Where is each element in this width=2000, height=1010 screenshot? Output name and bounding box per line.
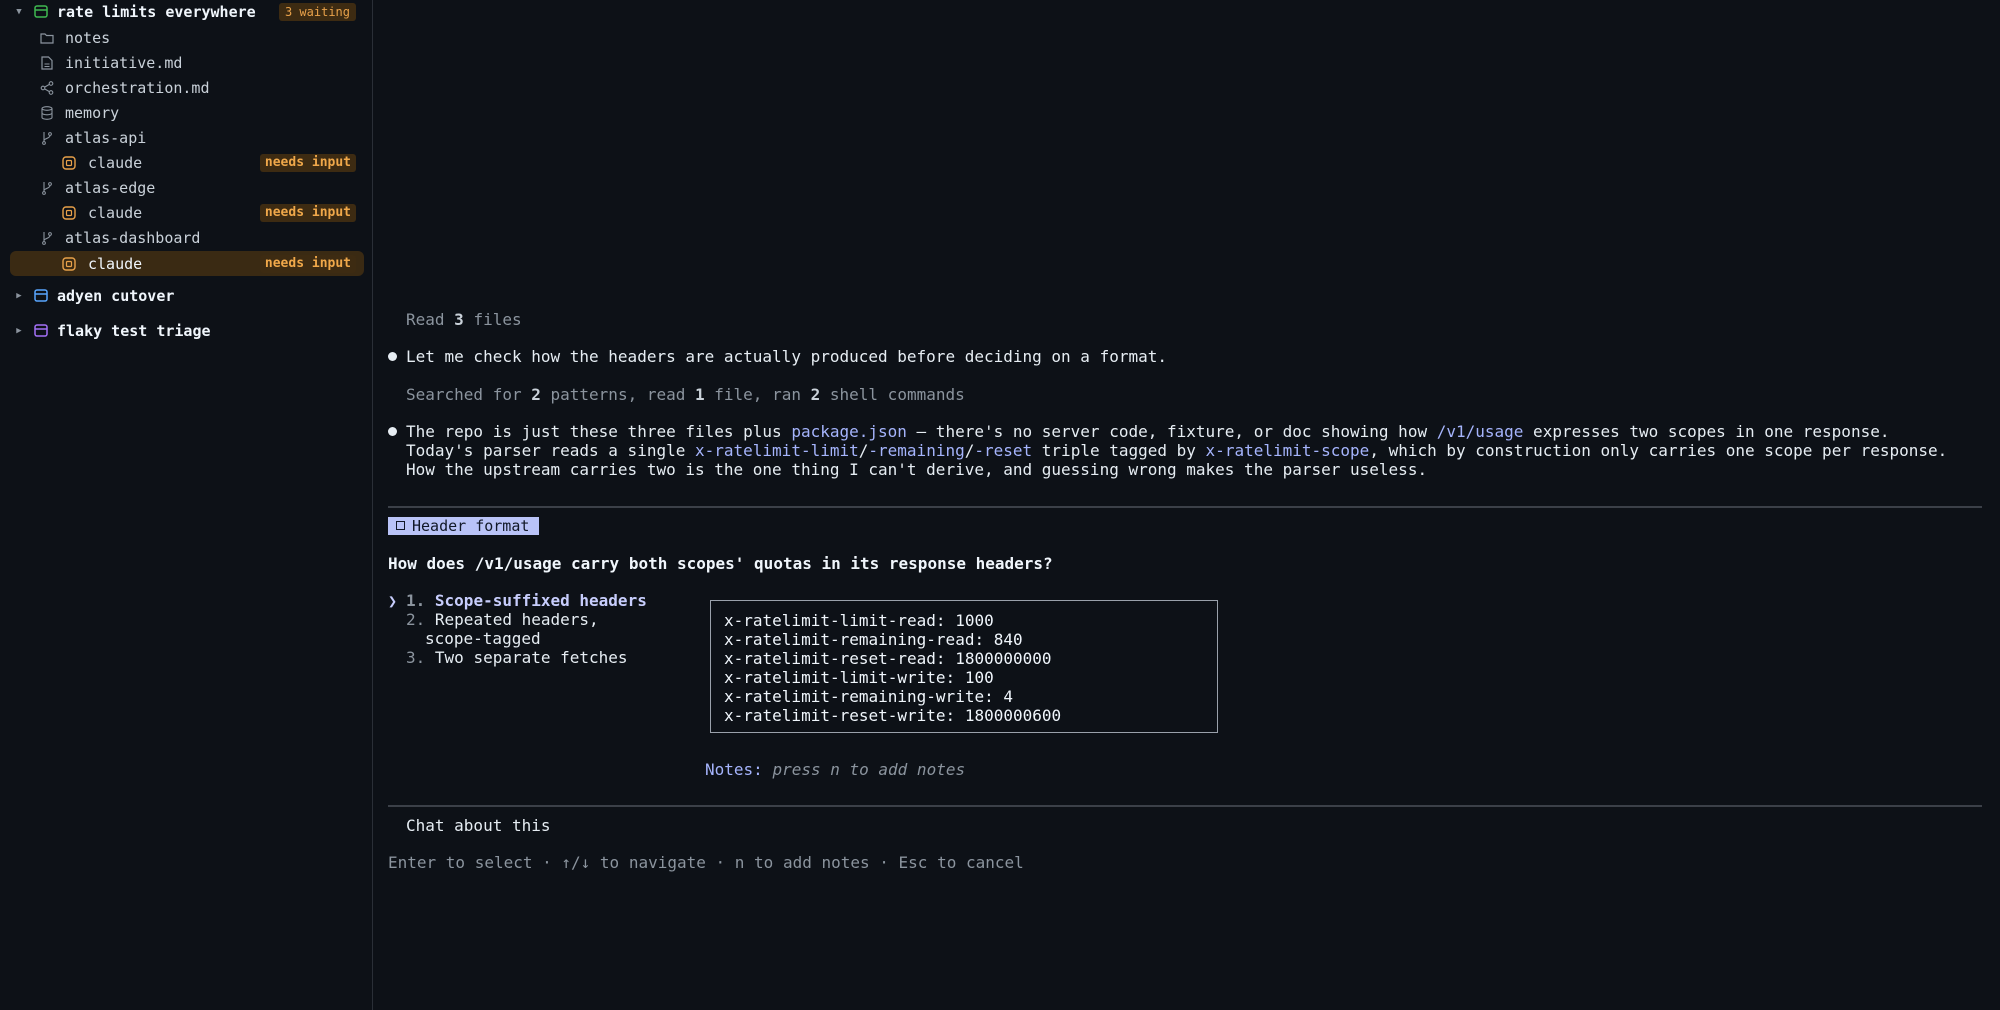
caret-down-icon[interactable]: ▼ xyxy=(14,7,24,17)
sidebar-item-label: orchestration.md xyxy=(65,78,210,97)
option-repeated-headers[interactable]: 2. Repeated headers, scope-tagged xyxy=(406,610,599,648)
sidebar-item-atlas-edge[interactable]: atlas-edge xyxy=(10,175,364,200)
sidebar-item-label: claude xyxy=(88,254,143,273)
sidebar-item-orchestration[interactable]: orchestration.md xyxy=(10,75,364,100)
branch-icon xyxy=(40,131,54,145)
sidebar-item-initiative[interactable]: initiative.md xyxy=(10,50,364,75)
branch-icon xyxy=(40,181,54,195)
project-name: flaky test triage xyxy=(57,321,211,340)
checkbox-icon xyxy=(396,521,405,530)
assistant-message: Let me check how the headers are actuall… xyxy=(406,347,1167,366)
preview-line: x-ratelimit-remaining-write: 4 xyxy=(724,687,1013,706)
sidebar-item-label: initiative.md xyxy=(65,53,183,72)
project-adyen-cutover[interactable]: ▶ adyen cutover xyxy=(10,283,364,308)
folder-icon xyxy=(40,31,54,45)
preview-line: x-ratelimit-remaining-read: 840 xyxy=(724,630,1023,649)
sidebar-item-label: memory xyxy=(65,103,120,122)
tool-summary-search[interactable]: Searched for 2 patterns, read 1 file, ra… xyxy=(406,385,965,404)
notes-placeholder: press n to add notes xyxy=(772,760,966,779)
preview-line: x-ratelimit-reset-write: 1800000600 xyxy=(724,706,1062,725)
sidebar-item-label: claude xyxy=(88,153,143,172)
sidebar-item-label: atlas-dashboard xyxy=(65,228,201,247)
share-icon xyxy=(40,80,54,95)
preview-line: x-ratelimit-limit-read: 1000 xyxy=(724,611,994,630)
sidebar-item-notes[interactable]: notes xyxy=(10,25,364,50)
keyboard-hint: Enter to select · ↑/↓ to navigate · n to… xyxy=(388,853,1024,872)
sidebar-item-memory[interactable]: memory xyxy=(10,100,364,125)
file-icon xyxy=(40,55,54,70)
sidebar: ▼ rate limits everywhere 3 waiting notes… xyxy=(0,0,373,1010)
project-name: rate limits everywhere xyxy=(57,2,256,21)
option-scope-suffixed[interactable]: 1. Scope-suffixed headers xyxy=(406,591,647,610)
agent-icon xyxy=(62,155,76,170)
folder-stack-icon xyxy=(34,5,48,19)
sidebar-item-atlas-api[interactable]: atlas-api xyxy=(10,125,364,150)
divider xyxy=(388,506,1982,508)
chat-panel: Read 3 files Let me check how the header… xyxy=(374,0,2000,1010)
folder-stack-icon xyxy=(34,289,48,303)
database-icon xyxy=(40,105,54,120)
divider xyxy=(388,805,1982,807)
question-tag: Header format xyxy=(388,517,540,535)
waiting-badge: 3 waiting xyxy=(278,2,356,21)
project-rate-limits[interactable]: ▼ rate limits everywhere 3 waiting xyxy=(10,0,364,24)
caret-right-icon[interactable]: ▶ xyxy=(14,326,24,336)
agent-icon xyxy=(62,256,76,271)
preview-line: x-ratelimit-reset-read: 1800000000 xyxy=(724,649,1052,668)
project-name: adyen cutover xyxy=(57,286,175,305)
bullet-icon xyxy=(388,427,397,436)
option-preview: x-ratelimit-limit-read: 1000 x-ratelimit… xyxy=(710,600,1218,733)
sidebar-item-atlas-dashboard[interactable]: atlas-dashboard xyxy=(10,225,364,250)
notes-label: Notes: xyxy=(705,760,763,779)
bullet-icon xyxy=(388,352,397,361)
branch-icon xyxy=(40,231,54,245)
sidebar-item-claude-api[interactable]: claude needs input xyxy=(10,150,364,175)
preview-line: x-ratelimit-limit-write: 100 xyxy=(724,668,994,687)
sidebar-item-label: notes xyxy=(65,28,111,47)
sidebar-item-label: atlas-edge xyxy=(65,178,156,197)
project-flaky-test-triage[interactable]: ▶ flaky test triage xyxy=(10,318,364,343)
pointer-icon: ❯ xyxy=(388,592,398,610)
sidebar-item-label: claude xyxy=(88,203,143,222)
tool-summary-read[interactable]: Read 3 files xyxy=(406,310,522,329)
needs-input-badge: needs input xyxy=(259,254,356,273)
needs-input-badge: needs input xyxy=(259,153,356,172)
caret-right-icon[interactable]: ▶ xyxy=(14,291,24,301)
question-text: How does /v1/usage carry both scopes' qu… xyxy=(388,554,1053,573)
notes-field[interactable]: Notes: press n to add notes xyxy=(705,760,965,779)
assistant-message: The repo is just these three files plus … xyxy=(406,422,1948,479)
app-window: ▼ rate limits everywhere 3 waiting notes… xyxy=(0,0,2000,1010)
folder-stack-icon xyxy=(34,324,48,338)
option-two-fetches[interactable]: 3. Two separate fetches xyxy=(406,648,628,667)
chat-about-this-option[interactable]: Chat about this xyxy=(406,816,551,835)
sidebar-item-claude-edge[interactable]: claude needs input xyxy=(10,200,364,225)
agent-icon xyxy=(62,205,76,220)
sidebar-item-label: atlas-api xyxy=(65,128,147,147)
sidebar-item-claude-dashboard[interactable]: claude needs input xyxy=(10,251,364,276)
needs-input-badge: needs input xyxy=(259,203,356,222)
